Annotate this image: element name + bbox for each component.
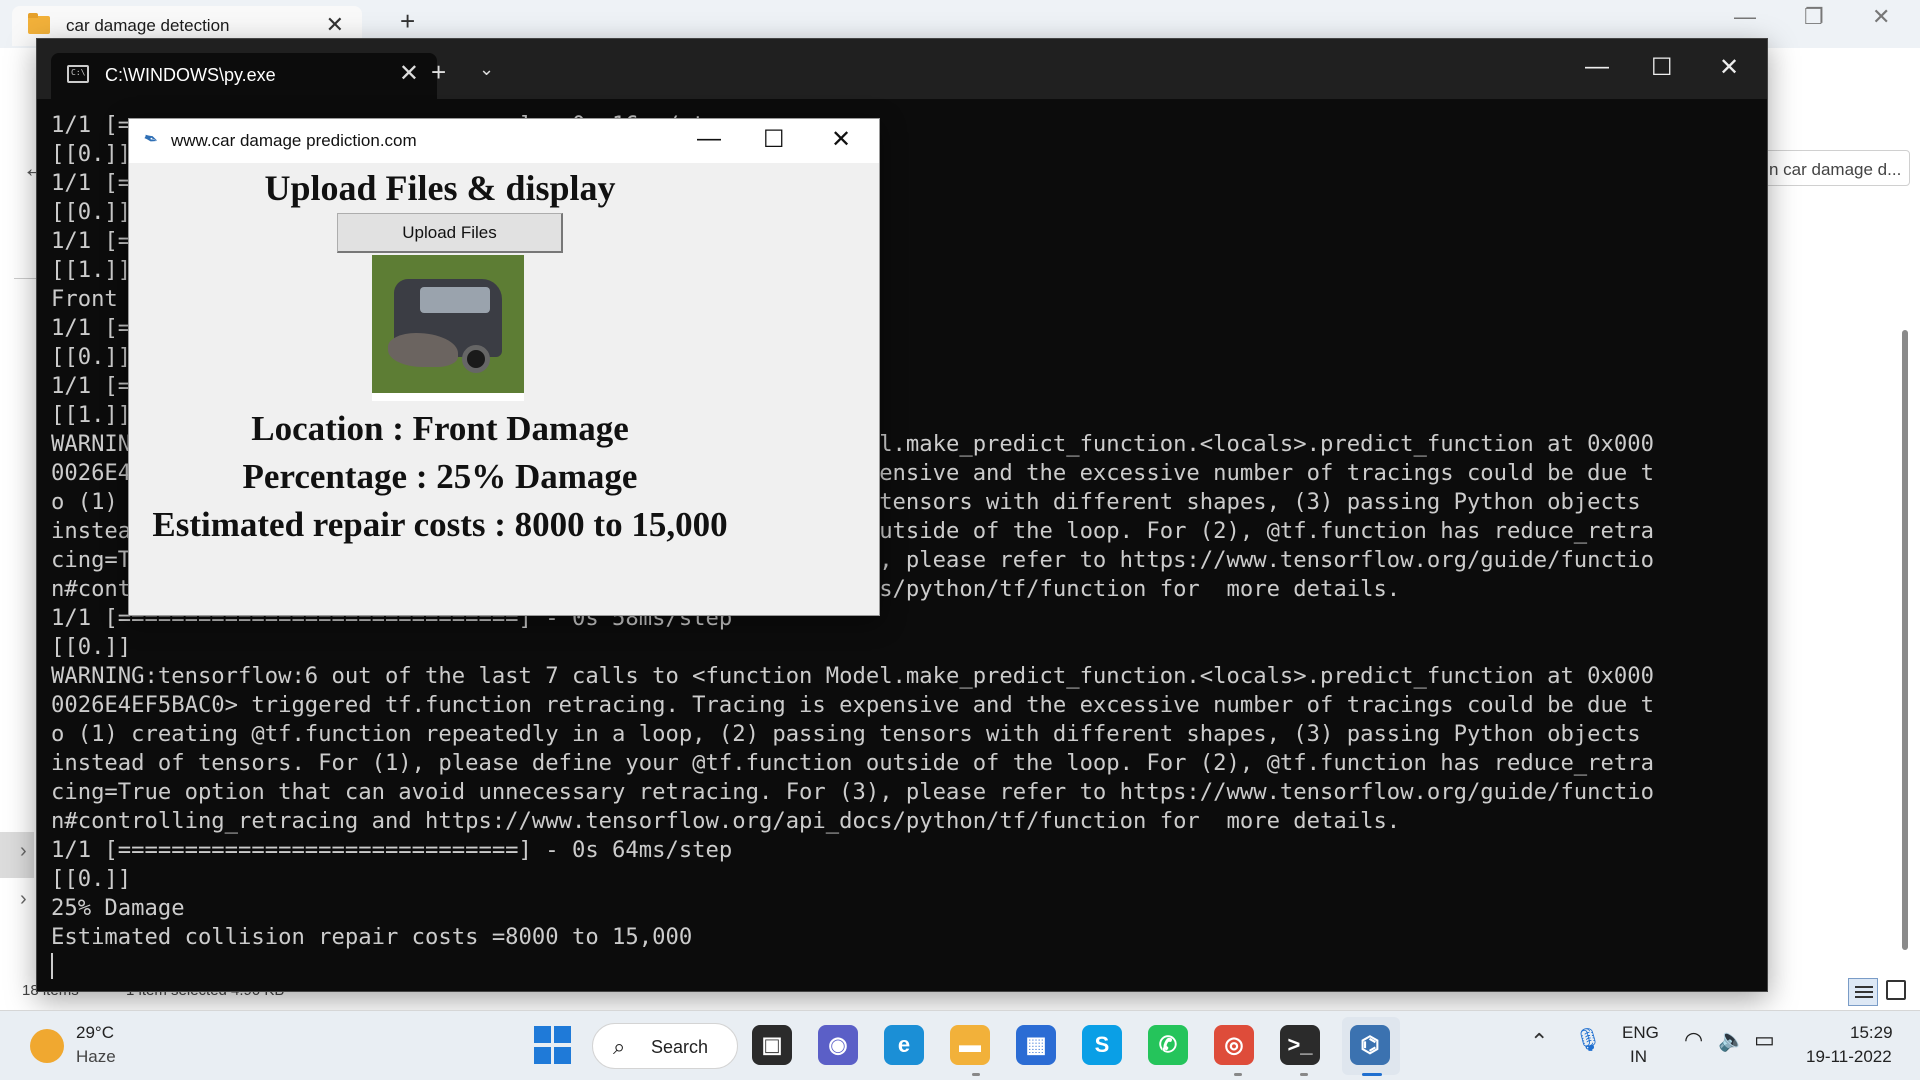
terminal-tab[interactable]: C:\ C:\WINDOWS\py.exe ✕	[51, 53, 437, 99]
repair-cost-label: Estimated repair costs : 8000 to 15,000	[152, 505, 728, 544]
terminal-line: 0026E4EF5BAC0> triggered tf.function ret…	[51, 692, 1654, 718]
python-icon[interactable]: ⌬	[1350, 1025, 1390, 1065]
nav-pane-selected-item[interactable]	[0, 832, 34, 878]
terminal-tab-close-button[interactable]: ✕	[399, 59, 419, 88]
windows-start-icon[interactable]	[532, 1025, 572, 1065]
skype-icon[interactable]: S	[1082, 1025, 1122, 1065]
search-icon: ⌕	[613, 1034, 626, 1059]
explorer-minimize-button[interactable]: —	[1734, 4, 1756, 30]
weather-temperature[interactable]: 29°C	[76, 1023, 114, 1043]
language-indicator[interactable]: ENG	[1622, 1023, 1659, 1043]
terminal-icon[interactable]: >_	[1280, 1025, 1320, 1065]
search-label: Search	[651, 1037, 709, 1057]
nav-divider	[14, 278, 38, 279]
file-explorer-icon[interactable]: ▬	[950, 1025, 990, 1065]
folder-icon	[28, 13, 50, 34]
explorer-new-tab-button[interactable]: +	[400, 6, 415, 37]
percentage-label: Percentage : 25% Damage	[242, 457, 638, 496]
explorer-close-button[interactable]: ✕	[1872, 4, 1890, 30]
microsoft-store-icon[interactable]: ▦	[1016, 1025, 1056, 1065]
chevron-right-icon[interactable]: ›	[20, 840, 27, 863]
terminal-line: instead of tensors. For (1), please defi…	[51, 750, 1654, 776]
explorer-tab-close-button[interactable]: ✕	[326, 12, 344, 38]
edge-icon[interactable]: e	[884, 1025, 924, 1065]
terminal-line: cing=True option that can avoid unnecess…	[51, 779, 1654, 805]
tray-overflow-chevron-icon[interactable]: ⌃	[1530, 1029, 1548, 1055]
weather-description[interactable]: Haze	[76, 1047, 116, 1067]
running-indicator	[972, 1073, 980, 1076]
dialog-minimize-button[interactable]: —	[697, 125, 721, 153]
dialog-heading: Upload Files & display	[264, 168, 616, 208]
terminal-line: [[0.]]	[51, 866, 132, 892]
explorer-tab-title: car damage detection	[66, 16, 230, 35]
console-icon: C:\	[67, 65, 89, 83]
explorer-scrollbar[interactable]	[1902, 330, 1908, 950]
terminal-line: [[0.]]	[51, 634, 132, 660]
chevron-right-icon[interactable]: ›	[20, 888, 27, 911]
terminal-line: n#controlling_retracing and https://www.…	[51, 808, 1401, 834]
prediction-dialog: ✒ www.car damage prediction.com — ☐ ✕ Up…	[128, 118, 880, 616]
terminal-dropdown-button[interactable]: ⌄	[479, 59, 494, 80]
taskbar: 29°C Haze ⌕ Search ▣ ◉ e ▬ ▦ S ✆ ◎ >_ ⌬ ⌃ 🎙 ENG I…	[0, 1010, 1920, 1080]
dialog-title: www.car damage prediction.com	[171, 131, 417, 150]
clock-time[interactable]: 15:29	[1850, 1023, 1893, 1043]
terminal-maximize-button[interactable]: ☐	[1651, 53, 1673, 82]
location-label: Location : Front Damage	[251, 409, 629, 448]
terminal-line: 1/1 [==============================] - 0…	[51, 837, 733, 863]
volume-icon[interactable]: 🔈	[1718, 1027, 1745, 1053]
running-indicator	[1234, 1073, 1242, 1076]
feather-icon: ✒	[140, 127, 162, 152]
terminal-new-tab-button[interactable]: +	[431, 57, 446, 88]
region-indicator[interactable]: IN	[1630, 1047, 1647, 1067]
active-indicator	[1362, 1073, 1382, 1076]
terminal-tab-title: C:\WINDOWS\py.exe	[105, 65, 276, 85]
task-view-icon[interactable]: ▣	[752, 1025, 792, 1065]
wifi-icon[interactable]: ◠	[1684, 1027, 1703, 1053]
explorer-restore-button[interactable]: ❐	[1804, 4, 1824, 30]
damaged-car-image	[372, 255, 524, 401]
terminal-close-button[interactable]: ✕	[1719, 53, 1739, 82]
tiles-view-button[interactable]	[1886, 980, 1906, 1000]
teams-chat-icon[interactable]: ◉	[818, 1025, 858, 1065]
taskbar-search-box[interactable]: ⌕ Search	[592, 1023, 738, 1069]
weather-sun-icon[interactable]	[30, 1029, 64, 1063]
running-indicator	[1300, 1073, 1308, 1076]
terminal-cursor	[51, 953, 53, 979]
details-view-button[interactable]	[1848, 978, 1878, 1006]
terminal-line: o (1) creating @tf.function repeatedly i…	[51, 721, 1641, 747]
terminal-line: 25% Damage	[51, 895, 185, 921]
chrome-icon[interactable]: ◎	[1214, 1025, 1254, 1065]
dialog-close-button[interactable]: ✕	[831, 125, 851, 154]
whatsapp-icon[interactable]: ✆	[1148, 1025, 1188, 1065]
terminal-line: WARNING:tensorflow:6 out of the last 7 c…	[51, 663, 1654, 689]
upload-files-button[interactable]: Upload Files	[337, 213, 563, 253]
clock-date[interactable]: 19-11-2022	[1806, 1047, 1892, 1067]
terminal-line: Estimated collision repair costs =8000 t…	[51, 924, 693, 950]
dialog-title-bar: ✒ www.car damage prediction.com — ☐ ✕	[129, 119, 879, 163]
terminal-title-bar: C:\ C:\WINDOWS\py.exe ✕ + ⌄ — ☐ ✕	[37, 39, 1767, 99]
dialog-maximize-button[interactable]: ☐	[763, 125, 785, 154]
battery-icon[interactable]: ▭	[1754, 1027, 1775, 1053]
terminal-minimize-button[interactable]: —	[1585, 53, 1609, 81]
microphone-icon[interactable]: 🎙	[1574, 1027, 1602, 1053]
